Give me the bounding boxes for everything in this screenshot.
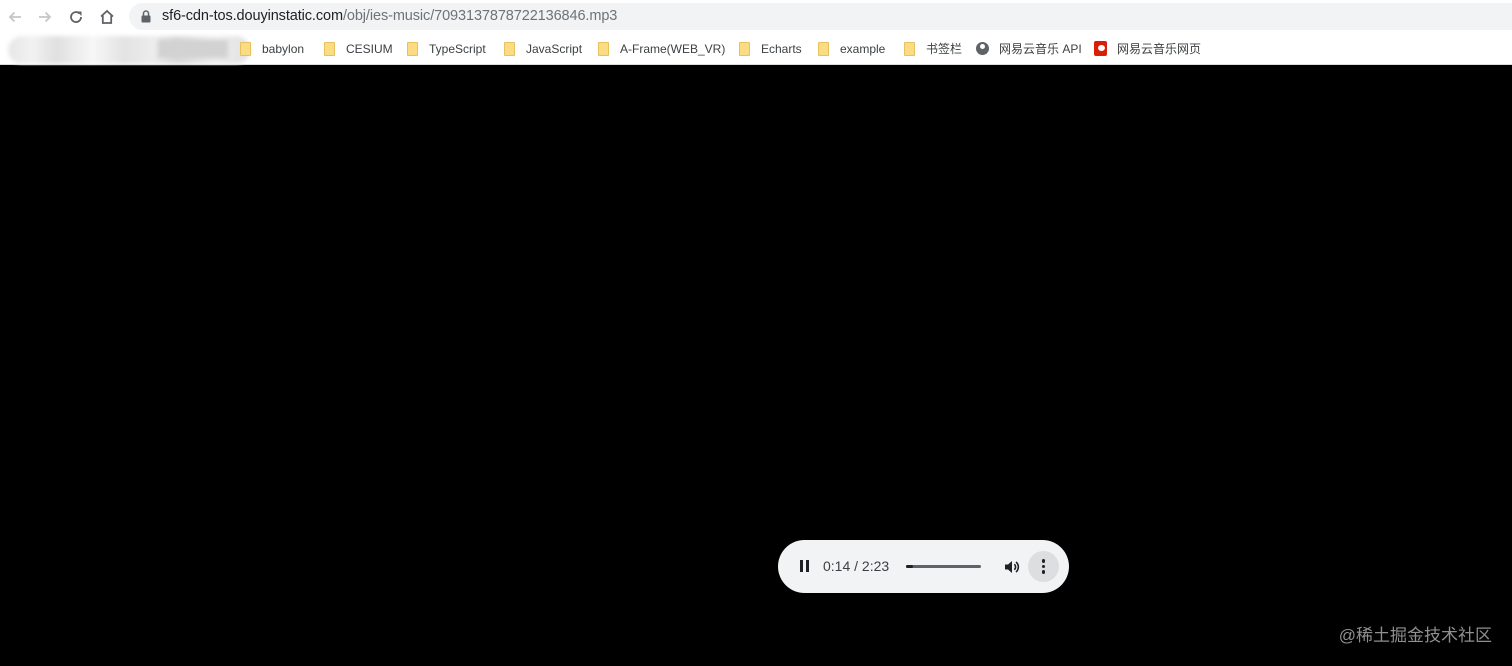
home-icon [100, 9, 114, 24]
bookmark-label: 书签栏 [926, 42, 963, 56]
more-options-button[interactable] [1028, 551, 1059, 582]
bookmark-javascript[interactable]: JavaScript [503, 33, 582, 64]
more-vertical-icon [1041, 558, 1046, 575]
netease-music-icon [1094, 41, 1107, 56]
address-bar[interactable]: sf6-cdn-tos.douyinstatic.com/obj/ies-mus… [129, 3, 1512, 30]
bookmark-netease-api[interactable]: 网易云音乐 API [976, 33, 1082, 64]
folder-icon [239, 41, 252, 56]
folder-icon [323, 41, 336, 56]
forward-arrow-icon [39, 11, 52, 23]
lock-icon [141, 10, 151, 23]
bookmark-label: TypeScript [429, 41, 486, 56]
folder-icon [503, 41, 516, 56]
folder-icon [903, 41, 916, 56]
current-time: 0:14 [823, 558, 851, 574]
bookmark-label: JavaScript [526, 41, 583, 56]
bookmark-label: Echarts [761, 41, 802, 56]
reload-icon [70, 11, 82, 23]
seek-slider[interactable] [906, 561, 981, 572]
volume-icon [1005, 561, 1020, 573]
bookmarks-bar: babylon CESIUM TypeScript JavaScript A-F… [0, 33, 1512, 65]
back-button[interactable] [4, 6, 26, 28]
folder-icon [406, 41, 419, 56]
bookmark-netease-web[interactable]: 网易云音乐网页 [1094, 33, 1201, 64]
time-display: 0:14 / 2:23 [823, 558, 889, 575]
seek-progress [906, 565, 914, 568]
folder-icon [738, 41, 751, 56]
folder-icon [597, 41, 610, 56]
bookmark-label: A-Frame(WEB_VR) [620, 41, 726, 56]
reload-button[interactable] [65, 6, 87, 28]
bookmark-typescript[interactable]: TypeScript [406, 33, 486, 64]
audio-player: 0:14 / 2:23 [778, 540, 1069, 593]
forward-button[interactable] [34, 6, 56, 28]
bookmark-aframe[interactable]: A-Frame(WEB_VR) [597, 33, 725, 64]
home-button[interactable] [96, 6, 118, 28]
blurred-bookmark[interactable] [8, 36, 250, 64]
bookmark-cesium[interactable]: CESIUM [323, 33, 393, 64]
url-host: sf6-cdn-tos.douyinstatic.com [162, 8, 343, 24]
media-viewport [0, 66, 1512, 666]
time-separator: / [854, 558, 859, 574]
bookmark-label: 网易云音乐 API [999, 42, 1082, 56]
bookmark-echarts[interactable]: Echarts [738, 33, 802, 64]
url-text[interactable]: sf6-cdn-tos.douyinstatic.com/obj/ies-mus… [162, 7, 617, 26]
watermark: @稀土掘金技术社区 [1338, 626, 1492, 645]
back-arrow-icon [8, 11, 21, 23]
pause-icon [798, 560, 810, 572]
seek-track [906, 565, 981, 568]
url-path: /obj/ies-music/7093137878722136846.mp3 [342, 8, 618, 24]
globe-icon [976, 41, 989, 56]
browser-toolbar: sf6-cdn-tos.douyinstatic.com/obj/ies-mus… [0, 0, 1512, 33]
duration: 2:23 [861, 558, 890, 574]
bookmark-example[interactable]: example [817, 33, 885, 64]
bookmark-label: CESIUM [346, 41, 393, 56]
bookmark-label: example [840, 41, 886, 56]
bookmark-shuqianlan[interactable]: 书签栏 [903, 33, 962, 64]
volume-button[interactable] [1000, 555, 1024, 579]
bookmark-babylon[interactable]: babylon [239, 33, 304, 64]
bookmark-label: 网易云音乐网页 [1117, 42, 1202, 56]
bookmark-label: babylon [262, 41, 305, 56]
pause-button[interactable] [792, 553, 816, 579]
folder-icon [817, 41, 830, 56]
